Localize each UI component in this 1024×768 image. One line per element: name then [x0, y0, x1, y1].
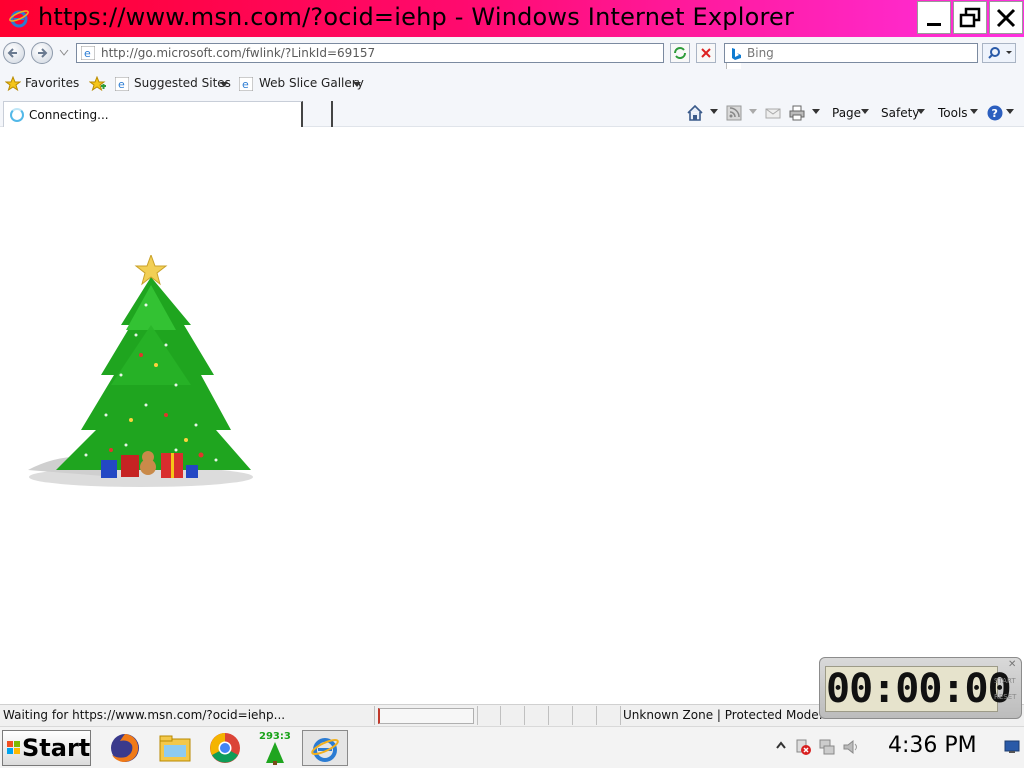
timer-start-button[interactable]: START — [994, 677, 1016, 685]
ie-logo-icon — [9, 10, 29, 28]
search-placeholder: Bing — [747, 46, 774, 60]
minimize-icon — [927, 22, 941, 26]
print-icon[interactable] — [788, 104, 806, 122]
page-menu[interactable]: Page — [832, 106, 861, 120]
compatibility-refresh-button[interactable] — [670, 43, 690, 63]
stop-button[interactable] — [696, 43, 716, 63]
favorites-star-icon — [5, 76, 21, 92]
tools-menu[interactable]: Tools — [938, 106, 968, 120]
status-divider — [374, 706, 375, 725]
favorites-bar: Favorites e Suggested Sites e Web Slice … — [0, 69, 1024, 99]
help-icon[interactable]: ? — [986, 104, 1004, 122]
search-input[interactable]: Bing — [724, 43, 978, 63]
christmas-tree-image — [28, 255, 253, 487]
chevron-down-icon[interactable] — [1006, 109, 1014, 115]
search-button[interactable] — [982, 43, 1016, 63]
svg-text:e: e — [84, 47, 91, 60]
status-text: Waiting for https://www.msn.com/?ocid=ie… — [3, 708, 286, 722]
address-toolbar: e http://go.microsoft.com/fwlink/?LinkId… — [0, 37, 1024, 70]
bing-icon — [732, 48, 741, 60]
tree-app-taskbar-button[interactable]: 293:3 — [252, 731, 294, 765]
page-ie-icon: e — [81, 46, 95, 60]
suggested-sites-icon: e — [115, 77, 129, 91]
status-pane — [500, 706, 501, 725]
action-center-icon[interactable] — [794, 738, 812, 756]
start-button[interactable]: Start — [2, 730, 91, 766]
favorites-button[interactable]: Favorites — [25, 76, 79, 90]
svg-text:e: e — [242, 78, 249, 91]
page-content-area — [0, 127, 1024, 704]
file-explorer-icon[interactable] — [154, 731, 196, 765]
status-pane — [572, 706, 573, 725]
show-desktop-icon[interactable] — [1004, 739, 1020, 755]
start-label: Start — [22, 734, 91, 762]
close-button[interactable] — [989, 1, 1023, 34]
restore-button[interactable] — [953, 1, 987, 34]
chevron-down-icon[interactable] — [710, 109, 718, 115]
suggested-sites-link[interactable]: Suggested Sites — [134, 76, 231, 90]
chevron-down-icon[interactable] — [917, 109, 925, 115]
title-bar: https://www.msn.com/?ocid=iehp - Windows… — [0, 0, 1024, 37]
internet-explorer-taskbar-button[interactable] — [302, 730, 348, 766]
loading-progress-bar — [378, 708, 474, 724]
network-icon[interactable] — [818, 738, 836, 756]
svg-text:e: e — [118, 78, 125, 91]
address-url: http://go.microsoft.com/fwlink/?LinkId=6… — [101, 46, 376, 60]
web-slice-icon: e — [239, 77, 253, 91]
security-zone-text[interactable]: Unknown Zone | Protected Mode: On — [623, 708, 844, 722]
refresh-icon — [674, 47, 686, 59]
tab-command-bar: Connecting... Page Safety Tools ? — [0, 99, 1024, 127]
add-favorites-icon[interactable] — [89, 76, 107, 92]
mail-icon[interactable] — [764, 104, 782, 122]
search-icon — [988, 47, 1012, 59]
window-title: https://www.msn.com/?ocid=iehp - Windows… — [38, 3, 795, 31]
clock[interactable]: 4:36 PM — [888, 733, 977, 758]
windows-flag-icon — [7, 741, 20, 754]
chevron-down-icon[interactable] — [749, 109, 757, 115]
home-icon[interactable] — [686, 104, 704, 122]
chevron-down-icon[interactable] — [861, 109, 869, 115]
gadget-close-icon[interactable]: ✕ — [1008, 659, 1016, 670]
volume-icon[interactable] — [842, 738, 860, 756]
forward-arrow-icon — [38, 48, 48, 58]
stopwatch-gadget[interactable]: 00:00:00 START RESET ✕ — [819, 657, 1022, 719]
close-icon — [996, 8, 1016, 27]
status-pane — [524, 706, 525, 725]
status-pane — [477, 706, 478, 725]
history-dropdown-icon[interactable] — [59, 49, 69, 57]
chevron-down-icon[interactable] — [812, 109, 820, 115]
firefox-icon[interactable] — [104, 731, 146, 765]
chevron-down-icon[interactable] — [353, 82, 361, 88]
new-tab-button[interactable] — [303, 101, 333, 127]
restore-icon — [959, 7, 981, 27]
status-pane — [620, 706, 621, 725]
chrome-icon[interactable] — [204, 731, 246, 765]
show-hidden-icons-icon[interactable] — [776, 741, 786, 753]
address-field[interactable]: e http://go.microsoft.com/fwlink/?LinkId… — [76, 43, 741, 70]
chevron-down-icon[interactable] — [220, 82, 228, 88]
tab-active[interactable]: Connecting... — [3, 101, 303, 127]
loading-spinner-icon — [10, 108, 24, 122]
christmas-tree-icon — [266, 742, 284, 765]
tab-label: Connecting... — [29, 108, 109, 122]
safety-menu[interactable]: Safety — [881, 106, 919, 120]
status-pane — [548, 706, 549, 725]
forward-button[interactable] — [31, 42, 53, 64]
timer-reset-button[interactable]: RESET — [994, 693, 1016, 701]
minimize-button[interactable] — [917, 1, 951, 34]
chevron-down-icon[interactable] — [970, 109, 978, 115]
ie-logo-icon — [311, 738, 339, 762]
feeds-icon[interactable] — [725, 104, 743, 122]
back-button[interactable] — [3, 42, 25, 64]
taskbar: Start 293:3 4:36 PM — [0, 726, 1024, 768]
status-pane — [596, 706, 597, 725]
timer-display: 00:00:00 — [825, 666, 1012, 712]
svg-text:?: ? — [992, 107, 998, 120]
web-slice-gallery-link[interactable]: Web Slice Gallery — [259, 76, 364, 90]
stop-icon — [701, 48, 711, 58]
back-arrow-icon — [7, 48, 17, 58]
